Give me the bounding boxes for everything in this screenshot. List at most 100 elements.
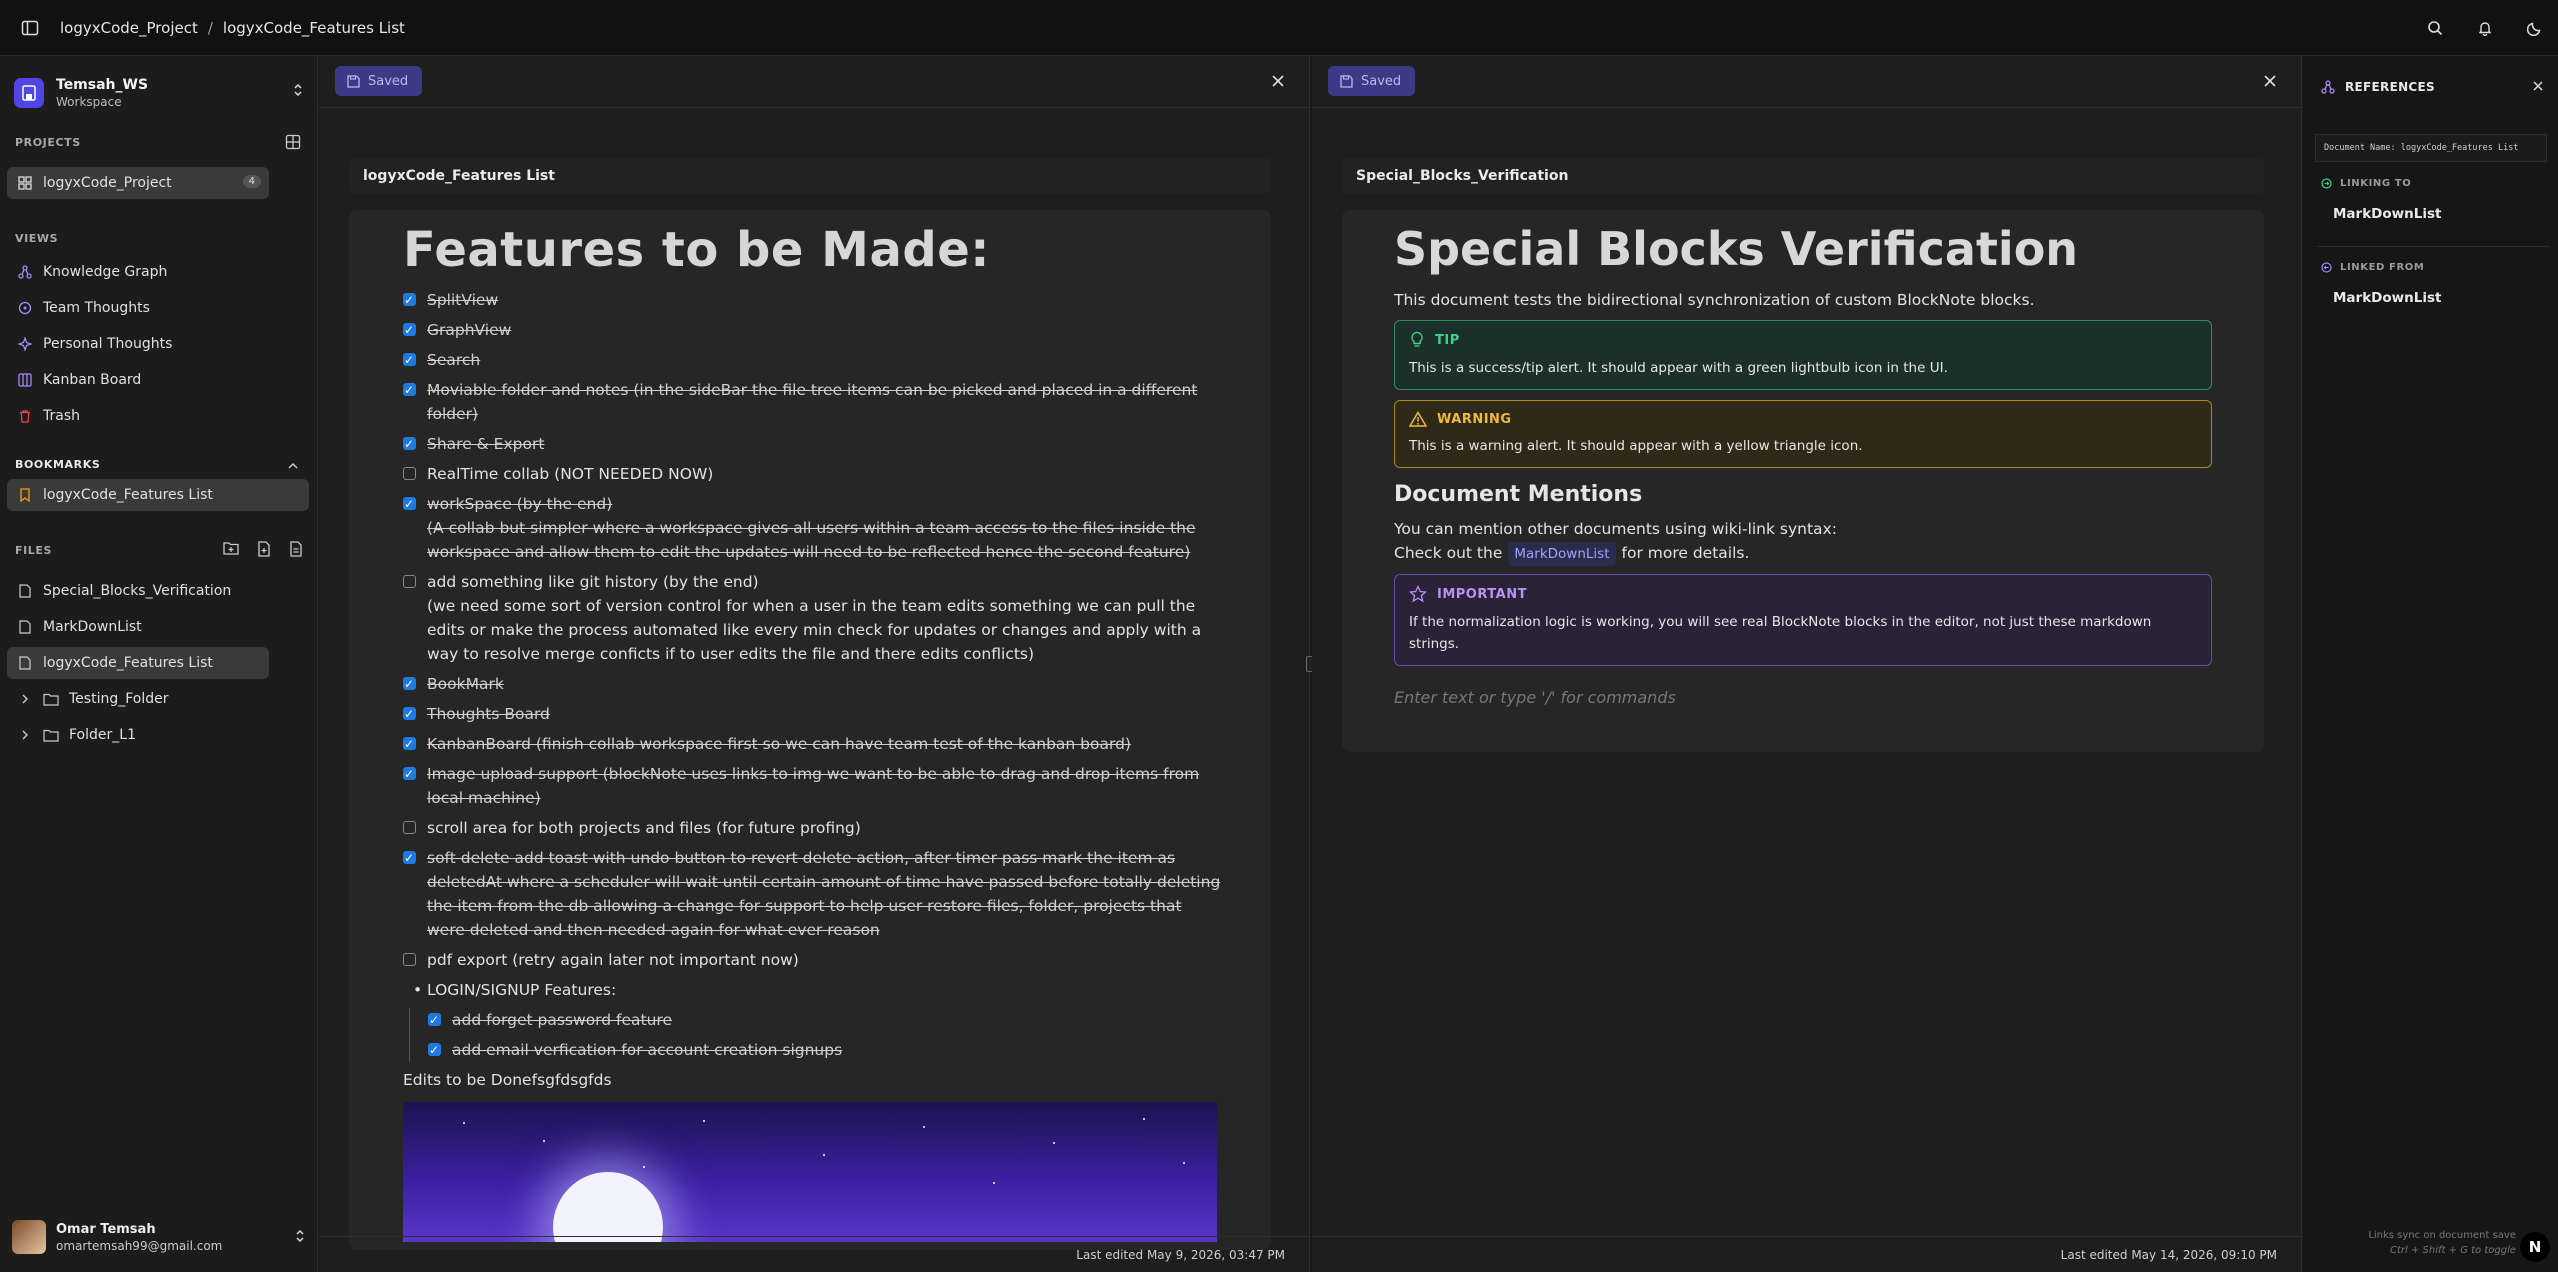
warning-body: This is a warning alert. It should appea… — [1409, 438, 1863, 454]
view-item-personal-thoughts[interactable]: Personal Thoughts — [7, 328, 269, 360]
divider — [2317, 246, 2549, 247]
moon-icon[interactable] — [2524, 17, 2546, 39]
checklist-item[interactable]: add something like git history (by the e… — [349, 570, 1271, 666]
checkbox-checked[interactable] — [428, 1038, 441, 1062]
project-item-logyxcode[interactable]: logyxCode_Project 4 — [7, 167, 269, 199]
linked-from-label: LINKED FROM — [2321, 262, 2424, 273]
graph-icon — [17, 264, 33, 280]
checkbox-checked[interactable] — [403, 432, 416, 456]
top-bar: logyxCode_Project / logyxCode_Features L… — [0, 0, 2558, 56]
checkbox-checked[interactable] — [403, 702, 416, 726]
view-item-team-thoughts[interactable]: Team Thoughts — [7, 292, 269, 324]
workspace-switcher[interactable]: Temsah_WS Workspace — [14, 70, 304, 116]
checkbox-unchecked[interactable] — [403, 953, 416, 966]
pane-header: Saved — [319, 56, 1309, 108]
checklist-item[interactable]: soft delete add toast with undo button t… — [349, 846, 1271, 942]
new-file-icon[interactable] — [257, 541, 271, 561]
checklist-item[interactable]: SplitView — [349, 288, 1271, 312]
bookmark-label: logyxCode_Features List — [43, 487, 213, 503]
checklist-item[interactable]: Thoughts Board — [349, 702, 1271, 726]
editor-content[interactable]: Features to be Made: SplitViewGraphViewS… — [349, 210, 1271, 1250]
checkbox-checked[interactable] — [428, 1008, 441, 1032]
breadcrumb-project[interactable]: logyxCode_Project — [60, 19, 198, 37]
chevron-up-down-icon — [294, 1228, 306, 1248]
warning-alert: WARNING This is a warning alert. It shou… — [1394, 400, 2212, 468]
view-label: Team Thoughts — [43, 300, 150, 316]
checklist-item[interactable]: Image upload support (blockNote uses lin… — [349, 762, 1271, 810]
checkbox-checked[interactable] — [403, 318, 416, 342]
checkbox-checked[interactable] — [403, 378, 416, 402]
checkbox-checked[interactable] — [403, 288, 416, 312]
search-icon[interactable] — [2424, 17, 2446, 39]
view-item-kanban-board[interactable]: Kanban Board — [7, 364, 269, 396]
user-menu[interactable]: Omar Temsah omartemsah99@gmail.com — [12, 1216, 306, 1258]
sub-checklist-item[interactable]: add email verfication for account creati… — [410, 1038, 1271, 1062]
reference-document-name: Document Name: logyxCode_Features List — [2315, 134, 2547, 162]
checkbox-checked[interactable] — [403, 492, 416, 516]
bookmark-item-features-list[interactable]: logyxCode_Features List — [7, 479, 309, 511]
chevron-right-icon[interactable] — [17, 727, 33, 743]
checklist-item[interactable]: scroll area for both projects and files … — [349, 816, 1271, 840]
folder-item-folder-l1[interactable]: Folder_L1 — [7, 719, 269, 751]
n-logo-button[interactable]: N — [2520, 1232, 2550, 1262]
checklist-item[interactable]: BookMark — [349, 672, 1271, 696]
circle-icon — [17, 300, 33, 316]
checklist-item[interactable]: pdf export (retry again later not import… — [349, 948, 1271, 972]
folder-item-testing[interactable]: Testing_Folder — [7, 683, 269, 715]
document-title[interactable]: Special_Blocks_Verification — [1342, 158, 2264, 194]
sub-checklist-item[interactable]: add forget password feature — [410, 1008, 1271, 1032]
project-count-badge: 4 — [242, 175, 261, 188]
right-editor-pane: Saved Special_Blocks_Verification Specia… — [1312, 56, 2302, 1272]
checklist-item[interactable]: KanbanBoard (finish collab workspace fir… — [349, 732, 1271, 756]
references-footer-line1: Links sync on document save — [2368, 1230, 2516, 1241]
checkbox-unchecked[interactable] — [403, 821, 416, 834]
checklist-item[interactable]: Moviable folder and notes (in the sideBa… — [349, 378, 1271, 426]
checklist-item-text: workSpace (by the end) — [427, 495, 613, 513]
checkbox-checked[interactable] — [403, 846, 416, 870]
project-label: logyxCode_Project — [43, 175, 172, 191]
chevron-up-icon[interactable] — [287, 458, 299, 476]
checklist-item[interactable]: Share & Export — [349, 432, 1271, 456]
checklist-item[interactable]: RealTime collab (NOT NEEDED NOW) — [349, 462, 1271, 486]
paragraph-text: Edits to be Donefsgfdsgfds — [403, 1071, 612, 1089]
editor-content[interactable]: Special Blocks Verification This documen… — [1342, 210, 2264, 752]
breadcrumb-document[interactable]: logyxCode_Features List — [223, 19, 405, 37]
linking-to-label-text: LINKING TO — [2340, 178, 2412, 189]
wiki-link-markdownlist[interactable]: MarkDownList — [1508, 542, 1616, 566]
checkbox-checked[interactable] — [403, 672, 416, 696]
warning-title: WARNING — [1437, 411, 1512, 427]
file-item-special-blocks[interactable]: Special_Blocks_Verification — [7, 575, 269, 607]
chevron-right-icon[interactable] — [17, 691, 33, 707]
view-item-knowledge-graph[interactable]: Knowledge Graph — [7, 256, 269, 288]
file-item-features-list[interactable]: logyxCode_Features List — [7, 647, 269, 679]
bell-icon[interactable] — [2474, 17, 2496, 39]
files-section-label: FILES — [15, 544, 53, 557]
linking-to-item[interactable]: MarkDownList — [2333, 206, 2441, 222]
checklist-item[interactable]: Search — [349, 348, 1271, 372]
sparkle-icon — [17, 336, 33, 352]
checklist-item[interactable]: workSpace (by the end) (A collab but simp… — [349, 492, 1271, 564]
checkbox-checked[interactable] — [403, 348, 416, 372]
checkbox-unchecked[interactable] — [403, 467, 416, 480]
checkbox-checked[interactable] — [403, 762, 416, 786]
editor-placeholder[interactable]: Enter text or type '/' for commands — [1394, 688, 2212, 707]
new-folder-icon[interactable] — [223, 541, 239, 561]
close-pane-icon[interactable] — [1269, 72, 1287, 90]
checklist-item[interactable]: GraphView — [349, 318, 1271, 342]
document-title[interactable]: logyxCode_Features List — [349, 158, 1271, 194]
sidebar-toggle-button[interactable] — [0, 0, 60, 56]
save-icon — [1340, 74, 1353, 88]
checklist-item-text: Moviable folder and notes (in the sideBa… — [427, 381, 1198, 423]
linked-from-item[interactable]: MarkDownList — [2333, 290, 2441, 306]
view-label: Knowledge Graph — [43, 264, 168, 280]
tip-body: This is a success/tip alert. It should a… — [1409, 360, 1948, 376]
checkbox-checked[interactable] — [403, 732, 416, 756]
close-pane-icon[interactable] — [2261, 72, 2279, 90]
checkbox-unchecked[interactable] — [403, 575, 416, 588]
file-item-markdownlist[interactable]: MarkDownList — [7, 611, 269, 643]
close-icon[interactable] — [2532, 80, 2544, 92]
layout-grid-icon[interactable] — [285, 134, 301, 154]
view-item-trash[interactable]: Trash — [7, 400, 269, 432]
import-file-icon[interactable] — [289, 541, 303, 561]
left-editor-pane: Saved logyxCode_Features List Features t… — [319, 56, 1310, 1272]
